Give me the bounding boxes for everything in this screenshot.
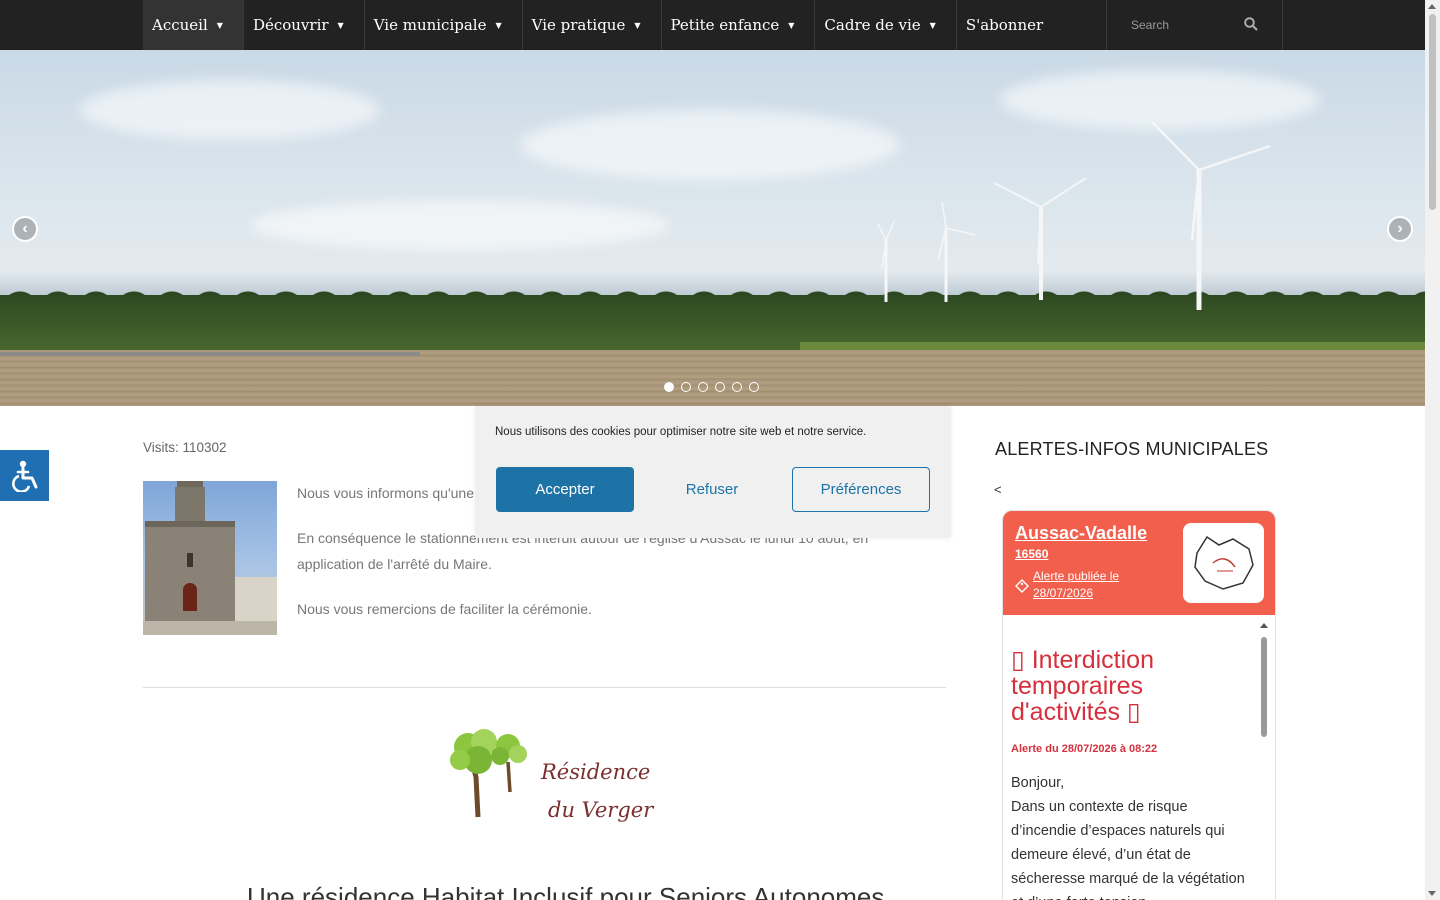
alert-town[interactable]: Aussac-Vadalle: [1015, 523, 1147, 544]
house: [235, 577, 277, 627]
nav-item-label: Petite enfance: [670, 16, 780, 34]
slider-dot[interactable]: [664, 382, 674, 392]
scroll-down-arrow-icon[interactable]: [1428, 891, 1436, 896]
alert-body: ▯ Interdiction temporaires d'activités ▯…: [1003, 615, 1275, 900]
alert-scrollbar[interactable]: [1259, 623, 1269, 900]
church-photo: [143, 481, 277, 635]
nav-item-label: Accueil: [152, 16, 208, 34]
slider-dot[interactable]: [698, 382, 708, 392]
tag-icon: [1015, 579, 1029, 593]
alert-date: Alerte du 28/07/2026 à 08:22: [1011, 743, 1158, 755]
scroll-up-arrow-icon[interactable]: [1260, 623, 1268, 628]
slider-dot[interactable]: [681, 382, 691, 392]
slider-pagination: [664, 382, 759, 392]
cookie-preferences-button[interactable]: Préférences: [792, 467, 930, 512]
accessibility-button[interactable]: [0, 450, 49, 501]
alert-published-date[interactable]: Alerte publiée le 28/07/2026: [1033, 568, 1153, 602]
nav-item-sabonner[interactable]: S'abonner: [957, 0, 1052, 50]
scrollbar-thumb[interactable]: [1429, 14, 1436, 210]
wheelchair-icon: [11, 460, 37, 492]
ground: [143, 621, 277, 635]
slider-dot[interactable]: [715, 382, 725, 392]
residence-du-verger-logo: Résidence du Verger: [448, 722, 658, 832]
sidebar-title: ALERTES-INFOS MUNICIPALES: [995, 439, 1269, 459]
nav-item-decouvrir[interactable]: Découvrir ▼: [244, 0, 365, 50]
caret-down-icon: ▼: [788, 20, 795, 30]
top-navbar: Accueil ▼ Découvrir ▼ Vie municipale ▼ Vie …: [0, 0, 1425, 50]
hero-slider: ‹ ›: [0, 50, 1425, 406]
residence-logo-line1: Résidence: [541, 760, 651, 784]
search-input[interactable]: [1131, 18, 1251, 32]
slider-next-button[interactable]: ›: [1387, 216, 1413, 242]
visit-counter: Visits: 110302: [143, 440, 227, 455]
article-paragraph: Nous vous remercions de faciliter la cér…: [297, 601, 592, 617]
church-window: [187, 553, 193, 567]
alert-zip[interactable]: 16560: [1015, 547, 1048, 561]
wind-turbines: [877, 121, 1271, 310]
alert-widget: Aussac-Vadalle 16560 Alerte publiée le 2…: [1002, 510, 1276, 900]
church-door: [183, 583, 197, 611]
scroll-up-arrow-icon[interactable]: [1428, 4, 1436, 9]
alert-headline: ▯ Interdiction temporaires d'activités ▯: [1011, 646, 1154, 726]
chevron-right-icon: ›: [1397, 220, 1403, 237]
slider-dot[interactable]: [749, 382, 759, 392]
cookie-banner: Nous utilisons des cookies pour optimise…: [475, 406, 951, 538]
caret-down-icon: ▼: [495, 20, 502, 30]
church-nave: [145, 527, 235, 627]
sidebar-prev-link[interactable]: <: [994, 482, 1002, 497]
slider-prev-button[interactable]: ‹: [12, 216, 38, 242]
town-map-icon: [1194, 535, 1254, 590]
cookie-message: Nous utilisons des cookies pour optimise…: [495, 426, 867, 438]
caret-down-icon: ▼: [634, 20, 641, 30]
town-map-logo: [1183, 523, 1264, 603]
nav-search: [1106, 0, 1283, 50]
nav-item-label: Découvrir: [252, 16, 329, 34]
nav-item-cadre-de-vie[interactable]: Cadre de vie ▼: [815, 0, 957, 50]
caret-down-icon: ▼: [929, 20, 936, 30]
caret-down-icon: ▼: [337, 20, 344, 30]
section-heading: Une résidence Habitat Inclusif pour Seni…: [247, 882, 885, 900]
caret-down-icon: ▼: [216, 20, 223, 30]
slider-dot[interactable]: [732, 382, 742, 392]
chevron-left-icon: ‹: [22, 220, 28, 237]
accept-cookies-button[interactable]: Accepter: [496, 467, 634, 512]
main-nav: Accueil ▼ Découvrir ▼ Vie municipale ▼ Vie …: [143, 0, 1052, 50]
nav-item-vie-municipale[interactable]: Vie municipale ▼: [365, 0, 523, 50]
nav-item-label: Vie pratique: [531, 16, 626, 34]
alert-text: Bonjour, Dans un contexte de risque d’in…: [1011, 775, 1245, 900]
nav-item-label: Vie municipale: [373, 16, 487, 34]
residence-logo-line2: du Verger: [548, 798, 654, 822]
refuse-cookies-button[interactable]: Refuser: [668, 467, 756, 512]
tree-logo-icon: [450, 729, 527, 818]
divider: [143, 687, 946, 688]
page-scrollbar[interactable]: [1425, 0, 1440, 900]
nav-item-accueil[interactable]: Accueil ▼: [143, 0, 244, 50]
nav-item-label: S'abonner: [965, 16, 1044, 34]
nav-item-label: Cadre de vie: [824, 16, 921, 34]
alert-header: Aussac-Vadalle 16560 Alerte publiée le 2…: [1003, 511, 1275, 615]
nav-item-vie-pratique[interactable]: Vie pratique ▼: [523, 0, 662, 50]
scrollbar-thumb[interactable]: [1261, 637, 1267, 737]
nav-item-petite-enfance[interactable]: Petite enfance ▼: [662, 0, 816, 50]
search-icon[interactable]: [1244, 17, 1258, 31]
